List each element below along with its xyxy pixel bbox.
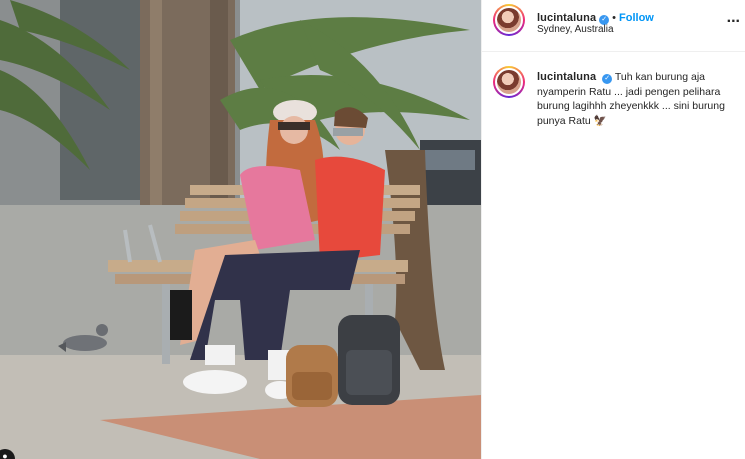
caption-username[interactable]: lucintaluna	[537, 71, 596, 83]
more-options-icon[interactable]: ...	[727, 9, 740, 27]
post-location[interactable]: Sydney, Australia	[537, 24, 614, 35]
post-photo[interactable]: ●	[0, 0, 481, 459]
follow-button[interactable]: Follow	[619, 12, 654, 24]
post-side-panel: lucintaluna ✓ • Follow Sydney, Australia ..…	[481, 0, 745, 459]
caption-emoji: 🦅	[593, 114, 607, 127]
photo-scene	[0, 0, 481, 459]
profile-avatar[interactable]	[493, 4, 525, 36]
post-header: lucintaluna ✓ • Follow Sydney, Australia ..…	[482, 0, 745, 52]
caption-verified-badge-icon: ✓	[602, 74, 613, 84]
header-username[interactable]: lucintaluna	[537, 12, 596, 24]
header-separator: •	[612, 12, 617, 24]
caption-avatar[interactable]	[493, 66, 525, 98]
caption-avatar-image	[495, 68, 523, 96]
caption-text-block: lucintaluna ✓ Tuh kan burung aja nyamperi…	[537, 70, 737, 128]
avatar-image	[495, 6, 523, 34]
